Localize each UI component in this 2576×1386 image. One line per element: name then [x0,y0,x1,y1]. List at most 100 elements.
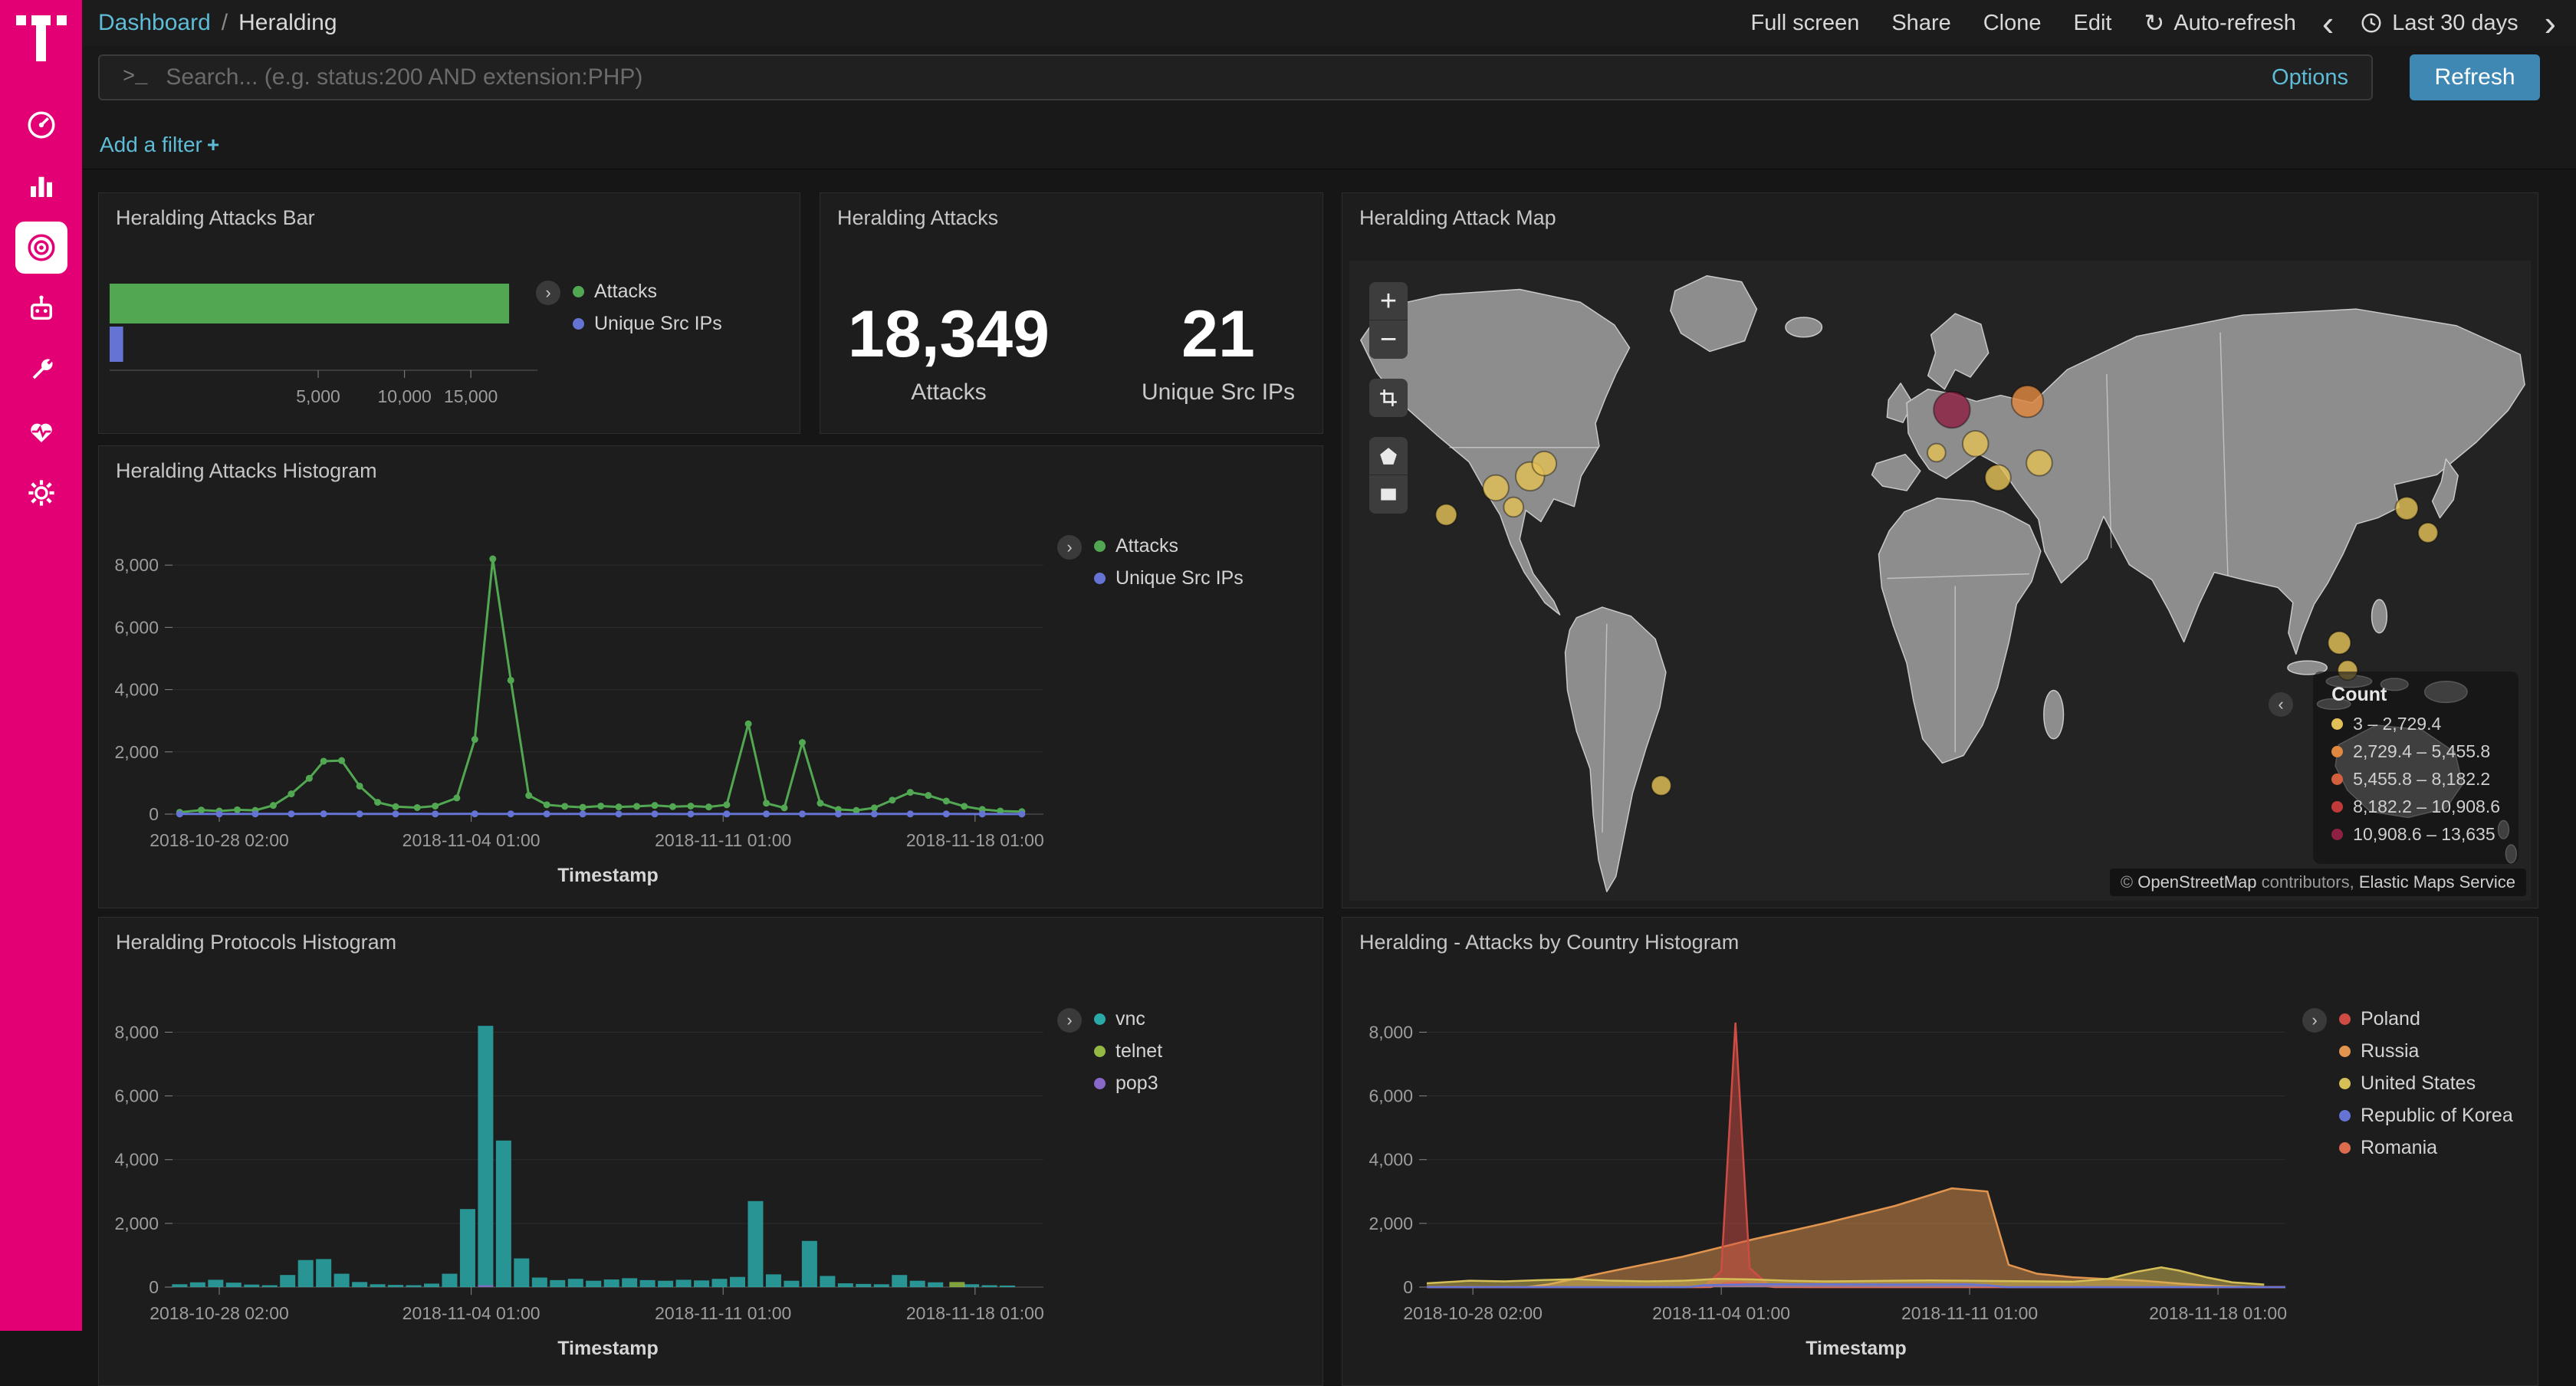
map-legend-toggle-icon[interactable]: ‹ [2269,692,2293,717]
top-menu: Full screen Share Clone Edit ↻ Auto-refr… [1751,5,2550,41]
sidebar-item-analytics[interactable] [15,160,67,212]
chart-legend: vnc telnet pop3 [1094,1008,1162,1105]
fit-bounds-button[interactable] [1369,379,1408,417]
panel-title: Heralding Attacks [820,193,1322,243]
svg-text:4,000: 4,000 [1368,1150,1413,1170]
legend-toggle-icon[interactable]: › [1057,535,1082,560]
protocols-bar-chart[interactable]: 02,0004,0006,0008,0002018-10-28 02:00201… [99,918,1322,1385]
legend-item[interactable]: Attacks [1094,535,1244,557]
legend-item[interactable]: Poland [2339,1008,2513,1030]
greenland-landmass [1671,276,1757,352]
legend-color-dot [1094,573,1106,584]
legend-item[interactable]: 8,182.2 – 10,908.6 [2331,796,2500,817]
legend-color-dot [2339,1013,2351,1025]
svg-text:6,000: 6,000 [1368,1086,1413,1106]
search-input[interactable] [166,64,2253,90]
gear-icon [25,477,58,509]
map-controls: + − [1369,282,1408,514]
legend: › vnc telnet pop3 [1057,1008,1162,1105]
philippines-landmass [2372,599,2387,632]
legend-item[interactable]: Unique Src IPs [1094,567,1244,590]
metric-label: Attacks [848,379,1050,406]
filter-bar: Add a filter+ [82,105,2576,169]
svg-text:2,000: 2,000 [114,1214,159,1233]
svg-text:8,000: 8,000 [114,555,159,575]
search-box[interactable]: >_ Options [98,54,2373,100]
legend-item[interactable]: 2,729.4 – 5,455.8 [2331,741,2500,762]
plus-icon: + [207,133,219,156]
attacks-line-chart[interactable]: 02,0004,0006,0008,0002018-10-28 02:00201… [99,446,1322,908]
sidebar-item-health[interactable] [15,406,67,458]
legend-color-dot [2331,773,2343,785]
africa-landmass [1878,498,2040,763]
svg-text:2018-11-04 01:00: 2018-11-04 01:00 [1652,1303,1790,1323]
wrench-icon [25,354,58,386]
polygon-filter-button[interactable] [1369,437,1408,475]
zoom-in-button[interactable]: + [1369,282,1408,320]
sidebar-item-tools[interactable] [15,344,67,396]
legend-item[interactable]: Republic of Korea [2339,1105,2513,1127]
legend-item[interactable]: telnet [1094,1040,1162,1062]
sidebar-item-settings[interactable] [15,467,67,519]
t-mobile-logo [16,15,67,65]
edit-button[interactable]: Edit [2074,11,2112,36]
svg-text:2018-11-04 01:00: 2018-11-04 01:00 [402,1303,540,1323]
legend-color-dot [1094,540,1106,552]
breadcrumb-dashboard-link[interactable]: Dashboard [98,10,211,36]
svg-text:8,000: 8,000 [1368,1022,1413,1042]
sidebar-item-attack-stats[interactable] [15,222,67,274]
refresh-button[interactable]: Refresh [2410,54,2540,100]
svg-text:2018-10-28 02:00: 2018-10-28 02:00 [150,1303,289,1323]
heartbeat-icon [25,415,58,448]
query-options-link[interactable]: Options [2272,65,2348,90]
clone-button[interactable]: Clone [1983,11,2042,36]
svg-text:Timestamp: Timestamp [557,1338,659,1359]
legend-color-dot [2331,801,2343,813]
legend-color-dot [2331,829,2343,840]
iberia-landmass [1872,455,1921,491]
sidebar-item-dashboards[interactable] [15,99,67,151]
sidebar-item-honeypots[interactable] [15,283,67,335]
legend-item[interactable]: 3 – 2,729.4 [2331,714,2500,734]
rectangle-filter-button[interactable] [1369,475,1408,514]
share-button[interactable]: Share [1891,11,1950,36]
legend-item[interactable]: United States [2339,1072,2513,1095]
legend-color-dot [2339,1078,2351,1089]
svg-text:0: 0 [1403,1277,1413,1297]
metric-label: Unique Src IPs [1142,379,1295,406]
metric-group: 18,349 Attacks 21 Unique Src IPs [820,301,1322,406]
legend-item[interactable]: Unique Src IPs [573,313,722,335]
legend-item[interactable]: Romania [2339,1137,2513,1159]
legend-item[interactable]: 10,908.6 – 13,635 [2331,824,2500,845]
auto-refresh-button[interactable]: ↻ Auto-refresh [2144,8,2296,38]
legend-item[interactable]: 5,455.8 – 8,182.2 [2331,769,2500,790]
legend-item[interactable]: Attacks [573,281,722,303]
legend-item[interactable]: Russia [2339,1040,2513,1062]
add-filter-link[interactable]: Add a filter+ [100,133,219,156]
openstreetmap-link[interactable]: OpenStreetMap [2137,872,2256,892]
time-range-button[interactable]: Last 30 days [2360,11,2518,36]
breadcrumb: Dashboard / Heralding [98,10,337,36]
time-forward-button[interactable]: › [2545,5,2556,41]
legend-color-dot [1094,1046,1106,1057]
legend-color-dot [2339,1142,2351,1154]
scandinavia-landmass [1928,314,1989,389]
legend-item[interactable]: vnc [1094,1008,1162,1030]
crop-icon [1378,388,1398,408]
svg-text:2018-11-04 01:00: 2018-11-04 01:00 [402,830,540,850]
legend-toggle-icon[interactable]: › [1057,1008,1082,1033]
legend-toggle-icon[interactable]: › [536,281,560,305]
zoom-out-button[interactable]: − [1369,320,1408,359]
svg-text:2018-10-28 02:00: 2018-10-28 02:00 [1403,1303,1543,1323]
elastic-maps-link[interactable]: Elastic Maps Service [2359,872,2515,892]
legend-item[interactable]: pop3 [1094,1072,1162,1095]
full-screen-button[interactable]: Full screen [1751,11,1860,36]
svg-text:2,000: 2,000 [1368,1214,1413,1233]
robot-icon [25,293,58,325]
panel-attacks-bar: Heralding Attacks Bar 5,00010,00015,000 … [98,192,800,434]
time-back-button[interactable]: ‹ [2322,5,2334,41]
dashboard-grid: Heralding Attacks Bar 5,00010,00015,000 … [0,0,2576,1331]
metric-unique-ips: 21 Unique Src IPs [1142,301,1295,406]
top-navbar: Dashboard / Heralding Full screen Share … [82,0,2576,46]
legend-toggle-icon[interactable]: › [2302,1008,2327,1033]
